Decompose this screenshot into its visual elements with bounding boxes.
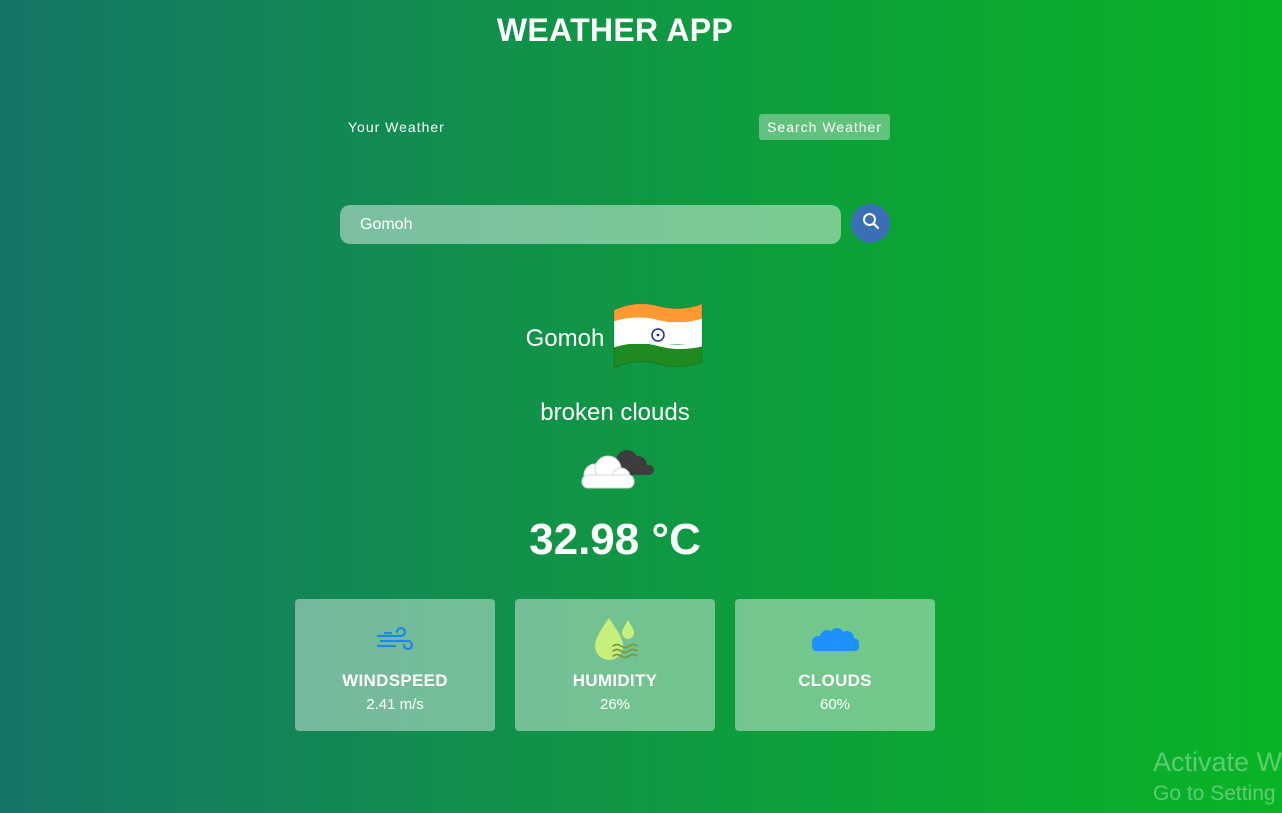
search-input[interactable] bbox=[340, 205, 820, 244]
tab-search-weather[interactable]: Search Weather bbox=[759, 114, 890, 140]
clouds-icon bbox=[735, 615, 935, 665]
weather-details: WINDSPEED 2.41 m/s HUMIDITY 26% CLOUDS 6… bbox=[295, 599, 935, 731]
app-title: WEATHER APP bbox=[496, 12, 734, 48]
watermark-title: Activate W bbox=[1153, 747, 1282, 777]
tab-your-weather[interactable]: Your Weather bbox=[340, 114, 453, 140]
india-flag-icon bbox=[612, 300, 704, 377]
broken-clouds-icon bbox=[575, 445, 657, 493]
windspeed-value: 2.41 m/s bbox=[366, 696, 424, 713]
clouds-label: CLOUDS bbox=[798, 671, 872, 690]
city-row: Gomoh bbox=[0, 300, 1230, 377]
temperature: 32.98 °C bbox=[529, 515, 701, 564]
wind-icon bbox=[295, 615, 495, 665]
humidity-value: 26% bbox=[599, 696, 631, 713]
search-bar bbox=[340, 205, 841, 244]
city-name: Gomoh bbox=[525, 324, 605, 352]
humidity-label: HUMIDITY bbox=[572, 671, 658, 690]
windspeed-card: WINDSPEED 2.41 m/s bbox=[295, 599, 495, 731]
clouds-card: CLOUDS 60% bbox=[735, 599, 935, 731]
clouds-value: 60% bbox=[819, 696, 851, 713]
activation-watermark: Activate W Go to Setting bbox=[1153, 745, 1282, 809]
humidity-card: HUMIDITY 26% bbox=[515, 599, 715, 731]
windspeed-label: WINDSPEED bbox=[342, 671, 448, 690]
weather-description: broken clouds bbox=[540, 399, 690, 426]
search-icon bbox=[862, 212, 880, 235]
search-button[interactable] bbox=[851, 204, 890, 243]
tab-bar: Your Weather Search Weather bbox=[340, 114, 890, 140]
watermark-subtitle: Go to Setting bbox=[1153, 782, 1276, 805]
humidity-icon bbox=[515, 615, 715, 665]
